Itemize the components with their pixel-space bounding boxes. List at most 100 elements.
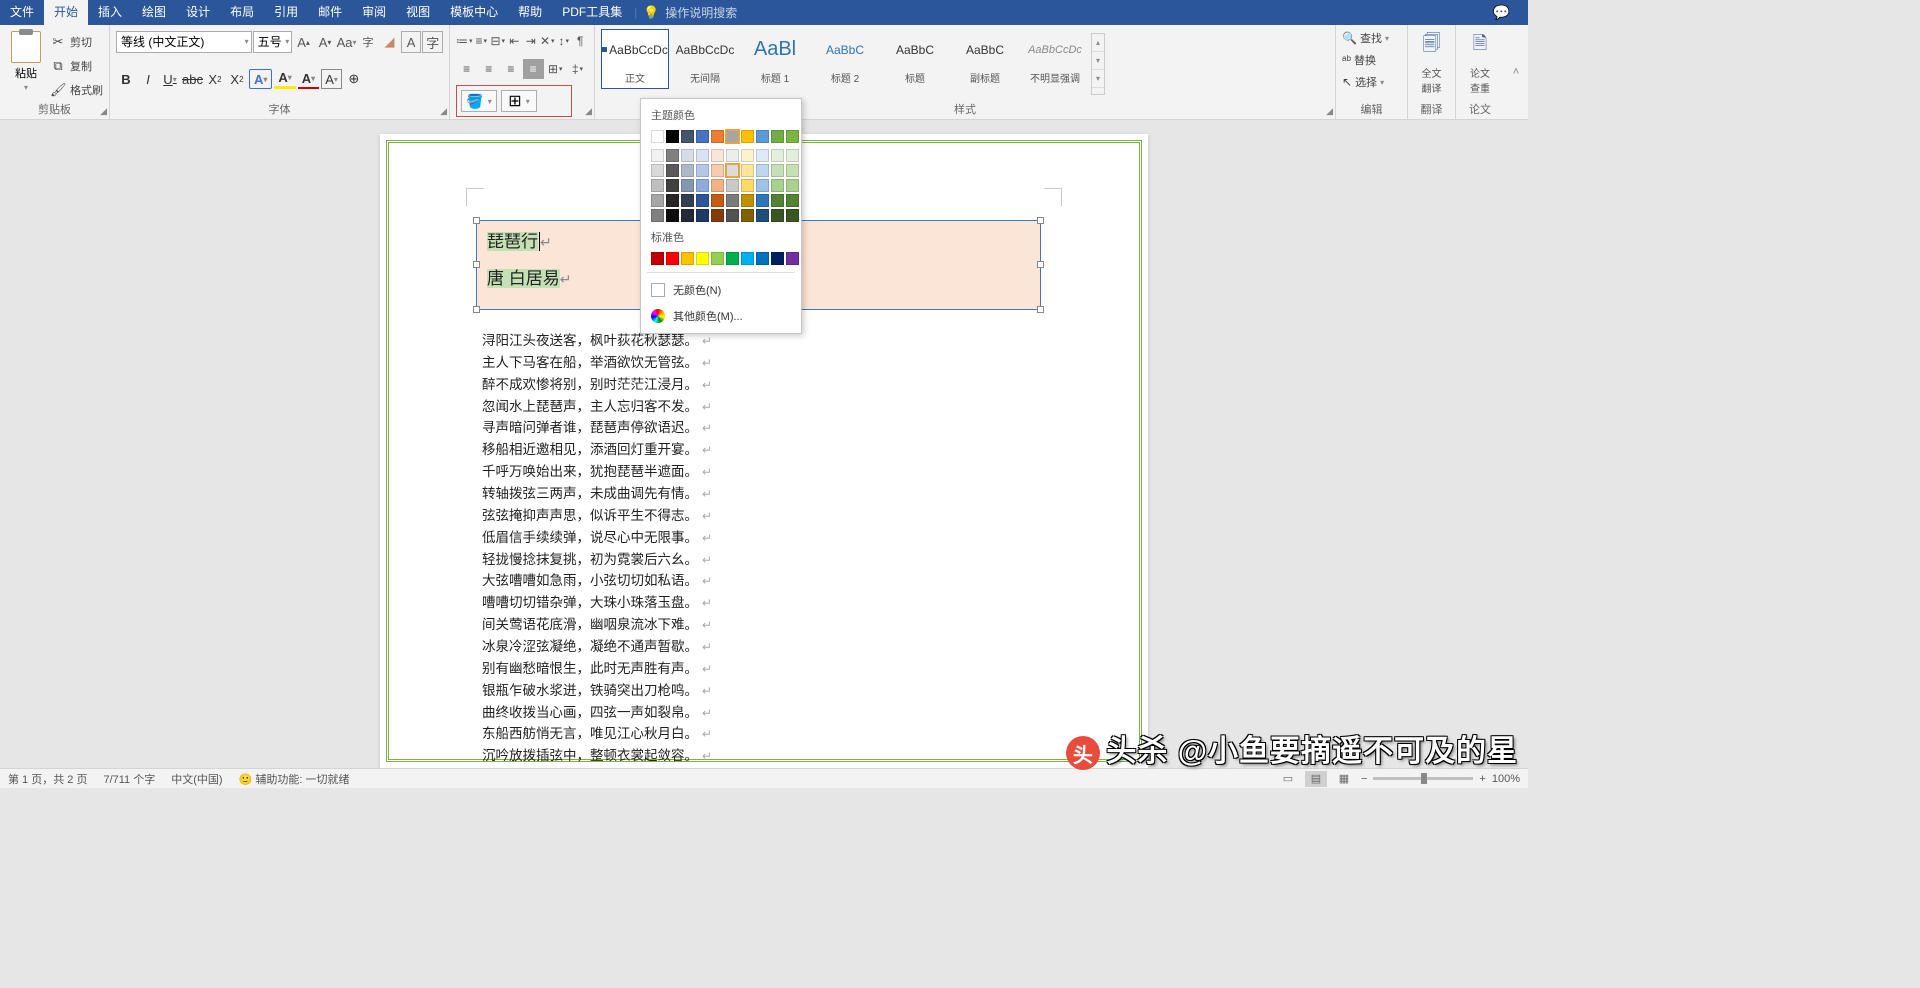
align-left-button[interactable]: ≡ — [456, 59, 477, 79]
view-read-mode-button[interactable]: ▭ — [1277, 771, 1299, 787]
menu-layout[interactable]: 布局 — [220, 0, 264, 25]
full-translate-button[interactable]: 🗐 全文 翻译 — [1422, 31, 1442, 95]
color-swatch[interactable] — [666, 252, 679, 265]
resize-handle[interactable] — [1037, 306, 1044, 313]
resize-handle[interactable] — [473, 306, 480, 313]
color-swatch[interactable] — [771, 149, 784, 162]
italic-button[interactable]: I — [138, 69, 158, 89]
line-spacing-button[interactable]: ‡ — [567, 59, 588, 79]
color-swatch[interactable] — [756, 130, 769, 143]
superscript-button[interactable]: X2 — [227, 69, 247, 89]
color-swatch[interactable] — [651, 149, 664, 162]
resize-handle[interactable] — [1037, 217, 1044, 224]
color-swatch[interactable] — [666, 149, 679, 162]
font-color-button[interactable]: A▾ — [298, 69, 319, 89]
character-shading-button[interactable]: A▾ — [321, 69, 342, 89]
font-expand-icon[interactable]: ◢ — [440, 106, 447, 117]
color-swatch[interactable] — [711, 209, 724, 222]
zoom-out-button[interactable]: − — [1361, 773, 1367, 785]
borders-button[interactable]: ⊞▾ — [501, 90, 537, 112]
color-swatch[interactable] — [681, 209, 694, 222]
menu-file[interactable]: 文件 — [0, 0, 44, 25]
menu-review[interactable]: 审阅 — [352, 0, 396, 25]
color-swatch[interactable] — [756, 164, 769, 177]
highlight-color-button[interactable]: A▾ — [274, 69, 295, 89]
color-swatch[interactable] — [651, 130, 664, 143]
color-swatch[interactable] — [741, 179, 754, 192]
shading-button[interactable]: 🪣▾ — [461, 90, 497, 112]
color-swatch[interactable] — [726, 209, 739, 222]
color-swatch[interactable] — [696, 252, 709, 265]
zoom-thumb[interactable] — [1421, 773, 1427, 784]
color-swatch[interactable] — [771, 252, 784, 265]
sort-button[interactable]: ↕ — [556, 31, 572, 51]
color-swatch[interactable] — [711, 164, 724, 177]
color-swatch[interactable] — [771, 194, 784, 207]
clipboard-expand-icon[interactable]: ◢ — [100, 106, 107, 117]
color-swatch[interactable] — [666, 164, 679, 177]
color-swatch[interactable] — [726, 252, 739, 265]
enclose-char-button[interactable]: ⊕ — [344, 69, 364, 89]
color-swatch[interactable] — [681, 149, 694, 162]
color-swatch[interactable] — [741, 252, 754, 265]
color-swatch[interactable] — [741, 194, 754, 207]
style-card-1[interactable]: AaBbCcDc无间隔 — [671, 29, 739, 89]
menu-insert[interactable]: 插入 — [88, 0, 132, 25]
color-swatch[interactable] — [681, 164, 694, 177]
font-size-selector[interactable]: 五号▾ — [253, 31, 293, 53]
color-swatch[interactable] — [696, 209, 709, 222]
align-right-button[interactable]: ≡ — [500, 59, 521, 79]
paper-check-button[interactable]: 🗎 论文 查重 — [1470, 31, 1490, 95]
resize-handle[interactable] — [473, 217, 480, 224]
style-card-6[interactable]: AaBbCcDc不明显强调 — [1021, 29, 1089, 89]
menu-templates[interactable]: 模板中心 — [440, 0, 508, 25]
menu-draw[interactable]: 绘图 — [132, 0, 176, 25]
styles-gallery-expand[interactable]: ▴▾▾ — [1091, 33, 1105, 95]
menu-mailings[interactable]: 邮件 — [308, 0, 352, 25]
replace-button[interactable]: ᵃᵇ替换 — [1342, 49, 1401, 71]
color-swatch[interactable] — [666, 194, 679, 207]
find-button[interactable]: 🔍查找▾ — [1342, 27, 1401, 49]
color-swatch[interactable] — [756, 209, 769, 222]
phonetic-guide-button[interactable]: 字 — [358, 31, 379, 53]
decrease-font-button[interactable]: A▾ — [315, 31, 336, 53]
color-swatch[interactable] — [696, 179, 709, 192]
color-swatch[interactable] — [651, 209, 664, 222]
zoom-level[interactable]: 100% — [1492, 773, 1520, 785]
asian-layout-button[interactable]: ✕ — [540, 31, 556, 51]
multilevel-list-button[interactable]: ⊟ — [490, 31, 506, 51]
subscript-button[interactable]: X2 — [205, 69, 225, 89]
color-swatch[interactable] — [786, 164, 799, 177]
increase-indent-button[interactable]: ⇥ — [523, 31, 539, 51]
menu-home[interactable]: 开始 — [44, 0, 88, 25]
comment-icon[interactable]: 💬 — [1493, 4, 1510, 21]
color-swatch[interactable] — [666, 179, 679, 192]
color-swatch[interactable] — [726, 130, 739, 143]
color-swatch[interactable] — [741, 209, 754, 222]
color-swatch[interactable] — [666, 130, 679, 143]
color-swatch[interactable] — [666, 209, 679, 222]
color-swatch[interactable] — [651, 252, 664, 265]
color-swatch[interactable] — [726, 164, 739, 177]
font-name-selector[interactable]: 等线 (中文正文)▾ — [116, 31, 252, 53]
tell-me-search[interactable]: 操作说明搜索 — [665, 4, 737, 21]
style-card-2[interactable]: AaBl标题 1 — [741, 29, 809, 89]
color-swatch[interactable] — [741, 164, 754, 177]
color-swatch[interactable] — [726, 149, 739, 162]
underline-button[interactable]: U▾ — [160, 69, 180, 89]
menu-pdf-tools[interactable]: PDF工具集 — [552, 0, 632, 25]
color-swatch[interactable] — [786, 179, 799, 192]
status-accessibility[interactable]: 🙂 辅助功能: 一切就绪 — [239, 771, 350, 787]
color-swatch[interactable] — [711, 149, 724, 162]
color-swatch[interactable] — [651, 179, 664, 192]
change-case-button[interactable]: Aa▾ — [336, 31, 357, 53]
resize-handle[interactable] — [473, 261, 480, 268]
character-border-button[interactable]: A — [401, 31, 422, 53]
color-swatch[interactable] — [681, 252, 694, 265]
decrease-indent-button[interactable]: ⇤ — [507, 31, 523, 51]
color-swatch[interactable] — [696, 164, 709, 177]
status-word-count[interactable]: 7/711 个字 — [103, 771, 155, 787]
color-swatch[interactable] — [756, 252, 769, 265]
text-effects-button[interactable]: A▾ — [249, 69, 272, 89]
numbering-button[interactable]: ≡ — [474, 31, 490, 51]
